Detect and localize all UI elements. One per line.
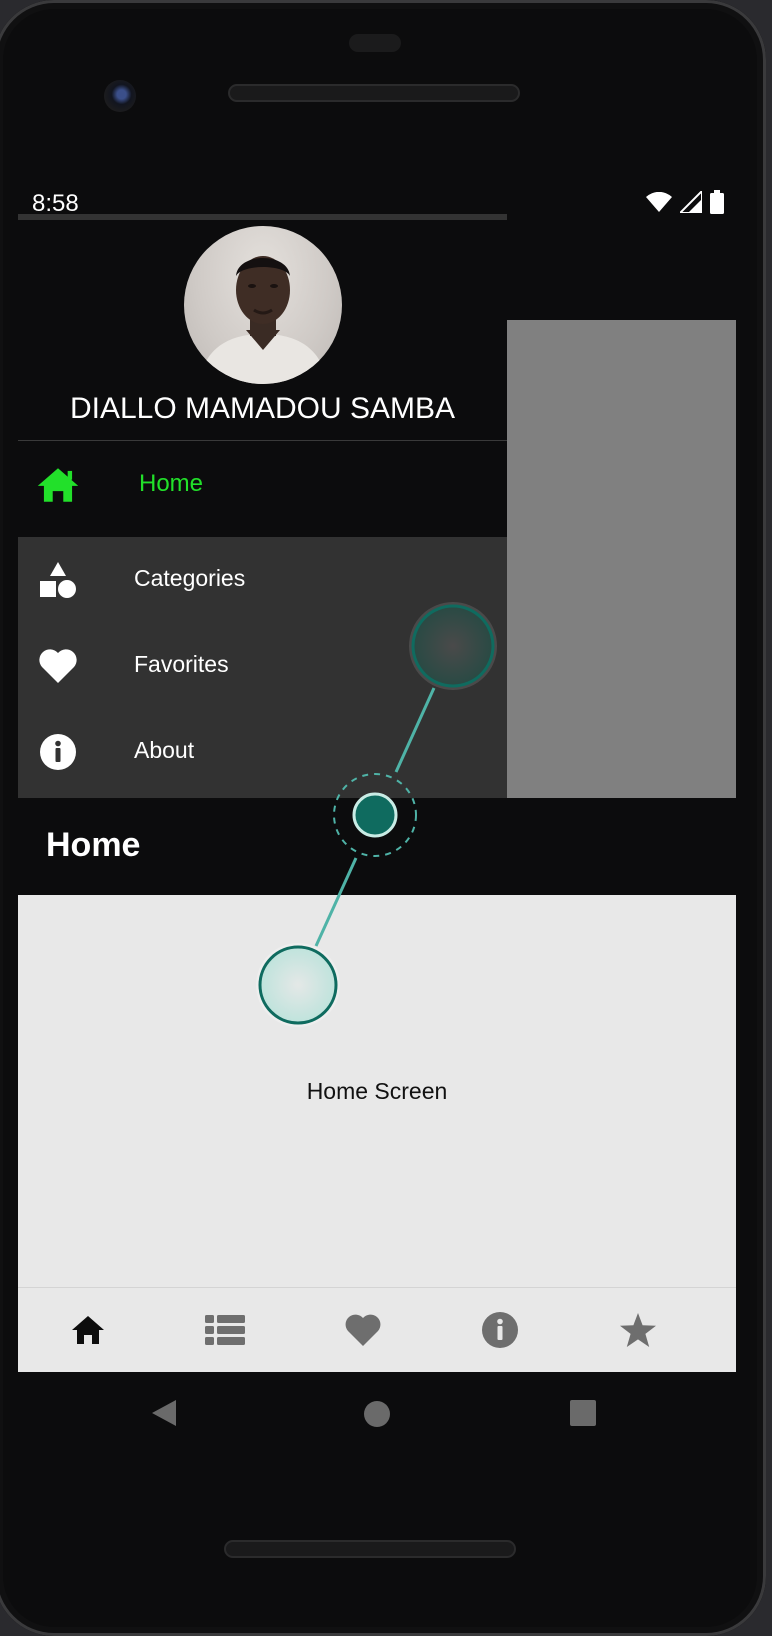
earpiece-speaker [228, 84, 520, 102]
bottom-speaker [224, 1540, 516, 1558]
home-icon [72, 1316, 104, 1344]
app-bar-title: Home [46, 826, 141, 864]
status-icons [646, 190, 724, 214]
bottom-navigation [18, 1287, 736, 1372]
bottom-nav-about[interactable] [480, 1310, 520, 1350]
drawer-header-divider [18, 440, 507, 441]
navigation-drawer: DIALLO MAMADOU SAMBA Home Categories Fav… [18, 214, 507, 798]
heart-icon [36, 644, 80, 688]
shapes-icon [36, 558, 80, 602]
recents-icon[interactable] [570, 1400, 596, 1426]
screen: 8:58 Home Home Screen DIALLO MAMADOU SAM… [18, 178, 736, 1372]
avatar-photo [198, 256, 328, 384]
drawer-item-about[interactable]: About [18, 709, 507, 798]
front-sensor [349, 34, 401, 52]
drawer-top-divider [18, 214, 507, 220]
star-icon [620, 1313, 656, 1347]
drawer-item-home[interactable]: Home [18, 442, 507, 528]
user-name: DIALLO MAMADOU SAMBA [69, 392, 456, 425]
home-icon [36, 463, 80, 507]
drawer-item-label: Favorites [134, 651, 229, 677]
system-home-icon[interactable] [363, 1400, 391, 1428]
drawer-item-label: Home [139, 470, 204, 497]
list-icon [205, 1315, 245, 1345]
home-screen-text: Home Screen [306, 1078, 448, 1104]
info-icon [482, 1312, 518, 1348]
battery-icon [710, 190, 724, 214]
info-icon [36, 730, 80, 774]
heart-icon [345, 1314, 381, 1346]
system-navigation-bar [18, 1372, 736, 1452]
drawer-scrim[interactable] [507, 320, 736, 798]
signal-icon [680, 191, 702, 213]
bottom-nav-home[interactable] [68, 1310, 108, 1350]
drawer-item-categories[interactable]: Categories [18, 537, 507, 623]
bottom-nav-categories[interactable] [205, 1310, 245, 1350]
bottom-nav-favorites[interactable] [343, 1310, 383, 1350]
drawer-item-label: Categories [134, 565, 246, 591]
drawer-item-label: About [134, 737, 195, 763]
back-icon[interactable] [151, 1399, 177, 1427]
front-camera [104, 80, 136, 112]
drawer-item-favorites[interactable]: Favorites [18, 623, 507, 709]
bottom-nav-starred[interactable] [618, 1310, 658, 1350]
wifi-icon [646, 192, 672, 212]
avatar [184, 226, 342, 384]
